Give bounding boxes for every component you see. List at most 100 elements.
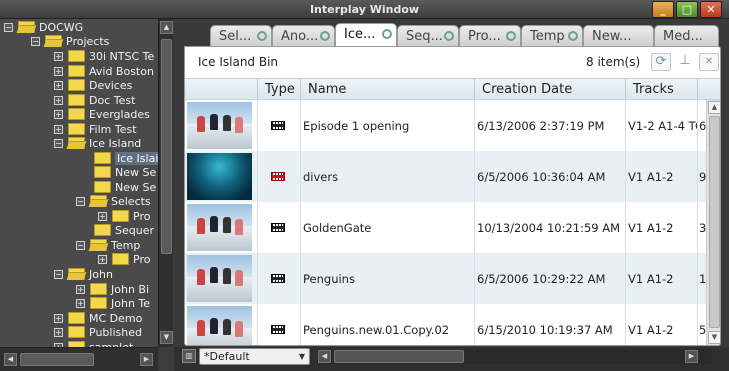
scroll-right-arrow-icon[interactable]: ▶ xyxy=(140,353,153,366)
column-header-creation-date[interactable]: Creation Date xyxy=(482,82,572,97)
tracks: V1 A1-2 xyxy=(628,323,674,337)
expand-icon[interactable]: + xyxy=(54,124,63,134)
tab-media[interactable]: Med... xyxy=(654,25,719,46)
expand-icon[interactable]: + xyxy=(54,327,63,337)
column-header-type[interactable]: Type xyxy=(265,82,295,97)
column-divider xyxy=(474,304,475,345)
tree-item-label: John xyxy=(89,267,113,281)
clip-name: divers xyxy=(303,170,339,184)
expand-icon[interactable]: + xyxy=(54,80,63,90)
tree-item-label: Film Test xyxy=(89,122,137,136)
tree-item-john-test[interactable]: + John Te xyxy=(76,296,150,310)
refresh-icon[interactable]: ⟳ xyxy=(651,53,671,71)
tree-item-new-se-1[interactable]: New Se xyxy=(94,165,156,179)
scroll-up-arrow-icon[interactable]: ▲ xyxy=(708,101,720,114)
tree-item-published[interactable]: + Published xyxy=(54,325,142,339)
tree-item-temp-pro[interactable]: + Pro xyxy=(98,252,150,266)
tree-item-temp[interactable]: − Temp xyxy=(76,238,140,252)
tree-item-john[interactable]: − John xyxy=(54,267,113,281)
tree-item-selects[interactable]: − Selects xyxy=(76,194,151,208)
tree-horizontal-scrollbar[interactable]: ◀ ▶ xyxy=(0,347,158,371)
collapse-icon[interactable]: − xyxy=(54,138,63,148)
column-header-tracks[interactable]: Tracks xyxy=(633,82,674,97)
tab-status-icon xyxy=(382,29,392,39)
tree-item-sequences[interactable]: Sequer xyxy=(94,223,154,237)
close-window-button[interactable]: ✕ xyxy=(700,1,722,18)
tab-new[interactable]: New... xyxy=(583,25,654,46)
pin-icon[interactable]: ⊥ xyxy=(675,53,695,71)
tab-ice-island[interactable]: Ice... xyxy=(335,23,397,46)
scroll-down-arrow-icon[interactable]: ▼ xyxy=(160,331,173,344)
tree-vertical-scrollbar[interactable]: ▲ ▼ xyxy=(158,19,173,347)
folder-icon xyxy=(68,123,85,135)
folder-icon xyxy=(94,181,111,193)
scroll-down-arrow-icon[interactable]: ▼ xyxy=(708,331,720,344)
close-bin-icon[interactable]: ✕ xyxy=(699,53,719,71)
expand-icon[interactable]: + xyxy=(98,254,107,264)
tab-projects[interactable]: Pro... xyxy=(459,25,521,46)
column-divider xyxy=(474,202,475,253)
collapse-icon[interactable]: − xyxy=(76,240,85,250)
tree-item-doc-test[interactable]: + Doc Test xyxy=(54,93,135,107)
tree-item-new-se-2[interactable]: New Se xyxy=(94,180,156,194)
column-header-name[interactable]: Name xyxy=(308,82,346,97)
tree-item-samplet[interactable]: + samplet xyxy=(54,340,133,347)
collapse-icon[interactable]: − xyxy=(54,269,63,279)
expand-icon[interactable]: + xyxy=(54,95,63,105)
bin-vertical-scrollbar[interactable]: ▲ ▼ xyxy=(706,100,720,345)
tree-item-selects-pro[interactable]: + Pro xyxy=(98,209,150,223)
collapse-icon[interactable]: − xyxy=(76,196,85,206)
scroll-up-arrow-icon[interactable]: ▲ xyxy=(160,21,173,34)
expand-icon[interactable]: + xyxy=(76,284,85,294)
tree-item-label: Ice Island xyxy=(89,136,142,150)
tree-item-film-test[interactable]: + Film Test xyxy=(54,122,137,136)
table-row[interactable]: GoldenGate 10/13/2004 10:21:59 AM V1 A1-… xyxy=(185,202,720,253)
maximize-button[interactable]: □ xyxy=(676,1,698,18)
table-row[interactable]: Penguins.new.01.Copy.02 6/15/2010 10:19:… xyxy=(185,304,720,345)
bin-view-select[interactable]: *Default ▼ xyxy=(199,348,310,365)
tree-item-avid-boston[interactable]: + Avid Boston xyxy=(54,64,154,78)
tree-item-everglades[interactable]: + Everglades xyxy=(54,107,150,121)
tab-sequences[interactable]: Seq... xyxy=(397,25,459,46)
scroll-left-arrow-icon[interactable]: ◀ xyxy=(4,353,17,366)
tab-temp[interactable]: Temp xyxy=(521,25,583,46)
expand-icon[interactable]: + xyxy=(98,211,107,221)
tree-item-ice-island-bin[interactable]: Ice Islai xyxy=(94,151,158,165)
tab-label: Ice... xyxy=(344,27,376,42)
bin-horizontal-scroll-thumb[interactable] xyxy=(334,350,464,363)
collapse-icon[interactable]: − xyxy=(31,36,40,46)
thumbnail-figure xyxy=(235,321,243,337)
bin-panel: Sel... Ano... Ice... Seq... Pro... Temp … xyxy=(174,19,729,371)
tree-item-ice-island[interactable]: − Ice Island xyxy=(54,136,141,150)
tree-item-docwg[interactable]: − DOCWG xyxy=(4,20,83,34)
minimize-button[interactable]: _ xyxy=(652,1,674,18)
tree-vertical-scroll-thumb[interactable] xyxy=(161,39,172,254)
tree-item-devices[interactable]: + Devices xyxy=(54,78,132,92)
clip-thumbnail xyxy=(187,255,252,302)
expand-icon[interactable]: + xyxy=(54,51,63,61)
scroll-right-arrow-icon[interactable]: ▶ xyxy=(685,350,698,363)
table-row[interactable]: Penguins 6/5/2006 10:29:22 AM V1 A1-2 1 xyxy=(185,253,720,304)
table-row[interactable]: divers 6/5/2006 10:36:04 AM V1 A1-2 9 xyxy=(185,151,720,202)
bin-vertical-scroll-thumb[interactable] xyxy=(709,116,720,328)
tree-item-30i-ntsc[interactable]: +30i NTSC Te xyxy=(54,49,154,63)
folder-icon xyxy=(68,312,85,324)
tree-item-mc-demo[interactable]: + MC Demo xyxy=(54,311,142,325)
bin-horizontal-scrollbar[interactable]: ◀ ▶ xyxy=(317,349,712,364)
expand-icon[interactable]: + xyxy=(76,298,85,308)
collapse-icon[interactable]: − xyxy=(4,22,13,32)
table-row[interactable]: Episode 1 opening 6/13/2006 2:37:19 PM V… xyxy=(185,100,720,151)
tree-item-label: MC Demo xyxy=(89,311,143,325)
expand-icon[interactable]: + xyxy=(54,109,63,119)
column-view-toggle-icon[interactable]: ▥ xyxy=(182,349,196,363)
tree-item-projects[interactable]: − Projects xyxy=(31,34,109,48)
tab-annotations[interactable]: Ano... xyxy=(272,25,335,46)
tab-selects[interactable]: Sel... xyxy=(210,25,272,46)
clip-name: GoldenGate xyxy=(303,221,372,235)
window-title: Interplay Window xyxy=(309,3,420,16)
expand-icon[interactable]: + xyxy=(54,313,63,323)
expand-icon[interactable]: + xyxy=(54,66,63,76)
tree-item-john-bin[interactable]: + John Bi xyxy=(76,282,149,296)
scroll-left-arrow-icon[interactable]: ◀ xyxy=(318,350,331,363)
tree-horizontal-scroll-thumb[interactable] xyxy=(20,353,94,366)
